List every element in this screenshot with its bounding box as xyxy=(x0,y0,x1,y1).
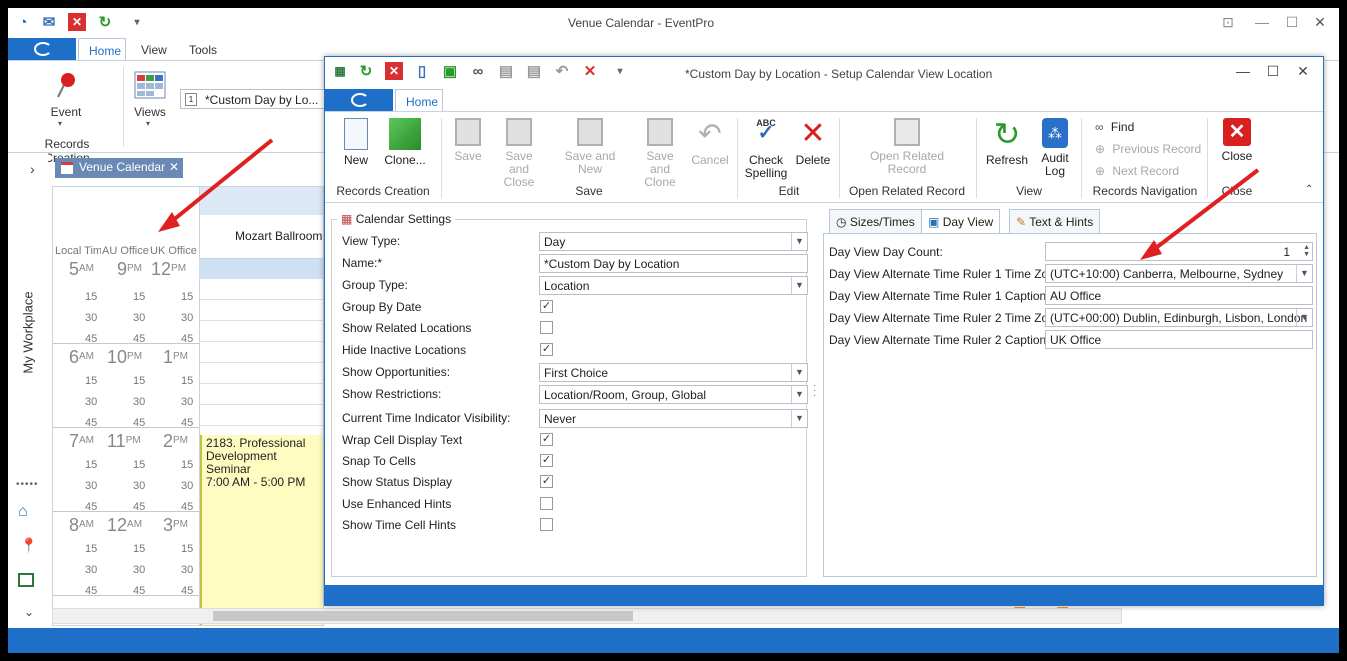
annotation-arrow-left xyxy=(164,138,274,228)
arrow-head-right xyxy=(1140,240,1162,260)
annotation-arrows xyxy=(158,138,1260,260)
annotation-arrow-right xyxy=(1146,168,1260,256)
